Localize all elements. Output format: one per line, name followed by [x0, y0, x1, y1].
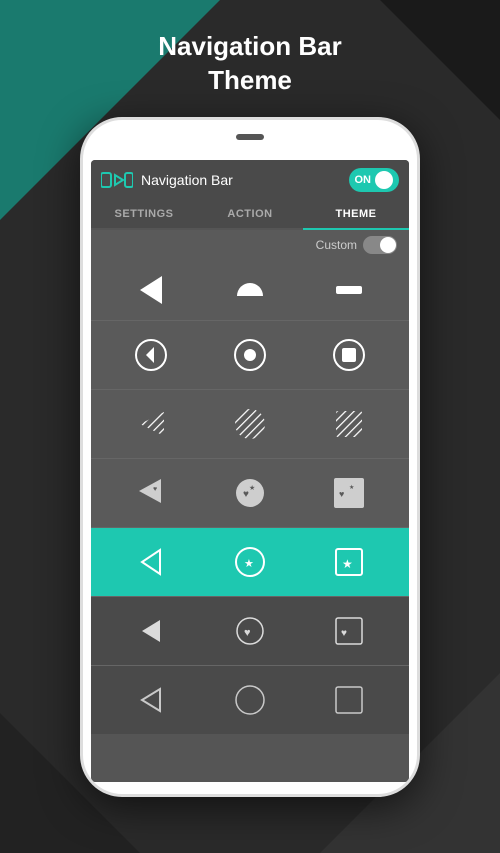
- tab-theme[interactable]: THEME: [303, 200, 409, 230]
- back-bottom-icon: [134, 614, 168, 648]
- icon-cell-recent-decorative[interactable]: ♥ ★: [319, 473, 379, 513]
- svg-text:★: ★: [349, 484, 354, 491]
- tab-action[interactable]: ACTION: [197, 200, 303, 228]
- recent-bottom-icon: ♥: [332, 614, 366, 648]
- back-decorative-icon: ♥ ★: [133, 475, 169, 511]
- home-bottom2-icon: [233, 683, 267, 717]
- icon-cell-back-decorative[interactable]: ♥ ★: [121, 473, 181, 513]
- back-selected-icon: [134, 545, 168, 579]
- icon-cell-recent-outlined[interactable]: [319, 335, 379, 375]
- home-bottom-icon: ♥: [233, 614, 267, 648]
- svg-text:★: ★: [141, 493, 146, 499]
- icon-row-selected: ★ ★: [91, 528, 409, 597]
- phone-screen: Navigation Bar ON SETTINGS ACTION THEME …: [91, 160, 409, 782]
- svg-text:♥: ♥: [341, 628, 347, 639]
- tab-bar: SETTINGS ACTION THEME: [91, 200, 409, 230]
- icon-cell-home-decorative[interactable]: ♥ ★: [220, 473, 280, 513]
- tab-settings[interactable]: SETTINGS: [91, 200, 197, 228]
- back-bottom2-icon: [134, 683, 168, 717]
- icon-row-outlined: [91, 321, 409, 390]
- page-title: Navigation Bar Theme: [0, 30, 500, 98]
- icon-cell-home-simple[interactable]: [220, 270, 280, 310]
- recent-diagonal-icon: [332, 407, 366, 441]
- custom-label: Custom: [316, 238, 357, 252]
- icon-cell-home-diagonal[interactable]: [220, 404, 280, 444]
- phone-speaker: [236, 134, 264, 140]
- custom-toggle[interactable]: [363, 236, 397, 254]
- icon-cell-recent-bottom[interactable]: ♥: [319, 611, 379, 651]
- icon-cell-recent-simple[interactable]: [319, 270, 379, 310]
- icon-cell-recent-selected[interactable]: ★: [319, 542, 379, 582]
- icon-grid: ♥ ★ ♥ ★ ♥ ★: [91, 260, 409, 782]
- header-left: Navigation Bar: [101, 171, 233, 189]
- custom-toggle-knob: [380, 237, 396, 253]
- home-decorative-icon: ♥ ★: [232, 475, 268, 511]
- icon-cell-back-bottom[interactable]: [121, 611, 181, 651]
- icon-cell-home-bottom[interactable]: ♥: [220, 611, 280, 651]
- recent-decorative-icon: ♥ ★: [331, 475, 367, 511]
- icon-row-bottom2: [91, 666, 409, 734]
- icon-cell-home-bottom2[interactable]: [220, 680, 280, 720]
- custom-toggle-row: Custom: [91, 230, 409, 260]
- icon-cell-recent-diagonal[interactable]: [319, 404, 379, 444]
- svg-text:★: ★: [244, 558, 254, 570]
- on-off-toggle[interactable]: ON: [349, 168, 400, 192]
- back-outlined-icon: [134, 338, 168, 372]
- icon-cell-home-outlined[interactable]: [220, 335, 280, 375]
- toggle-label: ON: [355, 174, 372, 186]
- svg-text:♥: ♥: [244, 627, 251, 639]
- icon-cell-back-simple[interactable]: [121, 270, 181, 310]
- icon-cell-back-diagonal[interactable]: [121, 404, 181, 444]
- recent-outlined-icon: [332, 338, 366, 372]
- icon-row-decorative: ♥ ★ ♥ ★ ♥ ★: [91, 459, 409, 528]
- svg-text:♥: ♥: [339, 489, 344, 499]
- icon-cell-home-selected[interactable]: ★: [220, 542, 280, 582]
- recent-bottom2-icon: [332, 683, 366, 717]
- nav-bar-icon: [101, 171, 133, 189]
- icon-row-diagonal: [91, 390, 409, 459]
- icon-cell-recent-bottom2[interactable]: [319, 680, 379, 720]
- icon-cell-back-outlined[interactable]: [121, 335, 181, 375]
- home-selected-icon: ★: [233, 545, 267, 579]
- toggle-knob: [375, 171, 393, 189]
- home-diagonal-icon: [233, 407, 267, 441]
- svg-text:♥: ♥: [153, 486, 157, 493]
- icon-row-simple: [91, 260, 409, 321]
- recent-selected-icon: ★: [332, 545, 366, 579]
- back-diagonal-icon: [134, 407, 168, 441]
- icon-row-bottom: ♥ ♥: [91, 597, 409, 666]
- icon-cell-back-bottom2[interactable]: [121, 680, 181, 720]
- svg-text:★: ★: [249, 484, 255, 492]
- svg-text:★: ★: [342, 557, 353, 571]
- icon-cell-back-selected[interactable]: [121, 542, 181, 582]
- home-outlined-icon: [233, 338, 267, 372]
- phone-frame: Navigation Bar ON SETTINGS ACTION THEME …: [80, 117, 420, 797]
- header-title: Navigation Bar: [141, 172, 233, 188]
- header-bar: Navigation Bar ON: [91, 160, 409, 200]
